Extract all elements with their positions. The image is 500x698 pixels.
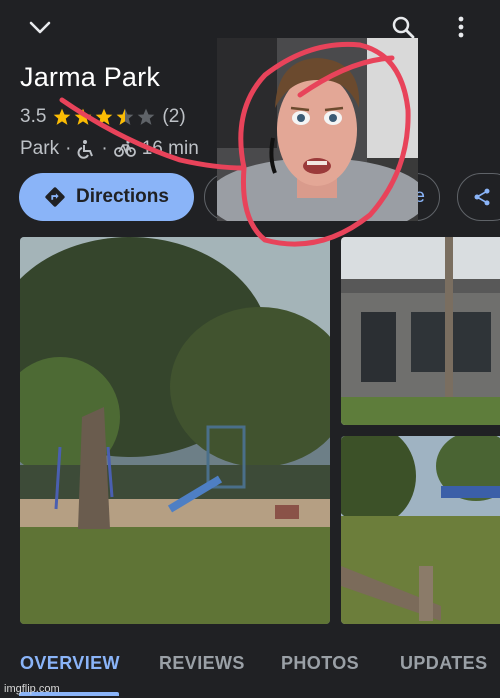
place-tabs: OVERVIEW REVIEWS PHOTOS UPDATES	[0, 640, 500, 698]
tab-photos[interactable]: PHOTOS	[281, 653, 359, 674]
tab-updates[interactable]: UPDATES	[400, 653, 487, 674]
tab-overview[interactable]: OVERVIEW	[20, 653, 120, 674]
tab-reviews[interactable]: REVIEWS	[159, 653, 245, 674]
imgflip-watermark: imgflip.com	[4, 683, 60, 695]
red-annotation-scribble	[59, 41, 411, 247]
